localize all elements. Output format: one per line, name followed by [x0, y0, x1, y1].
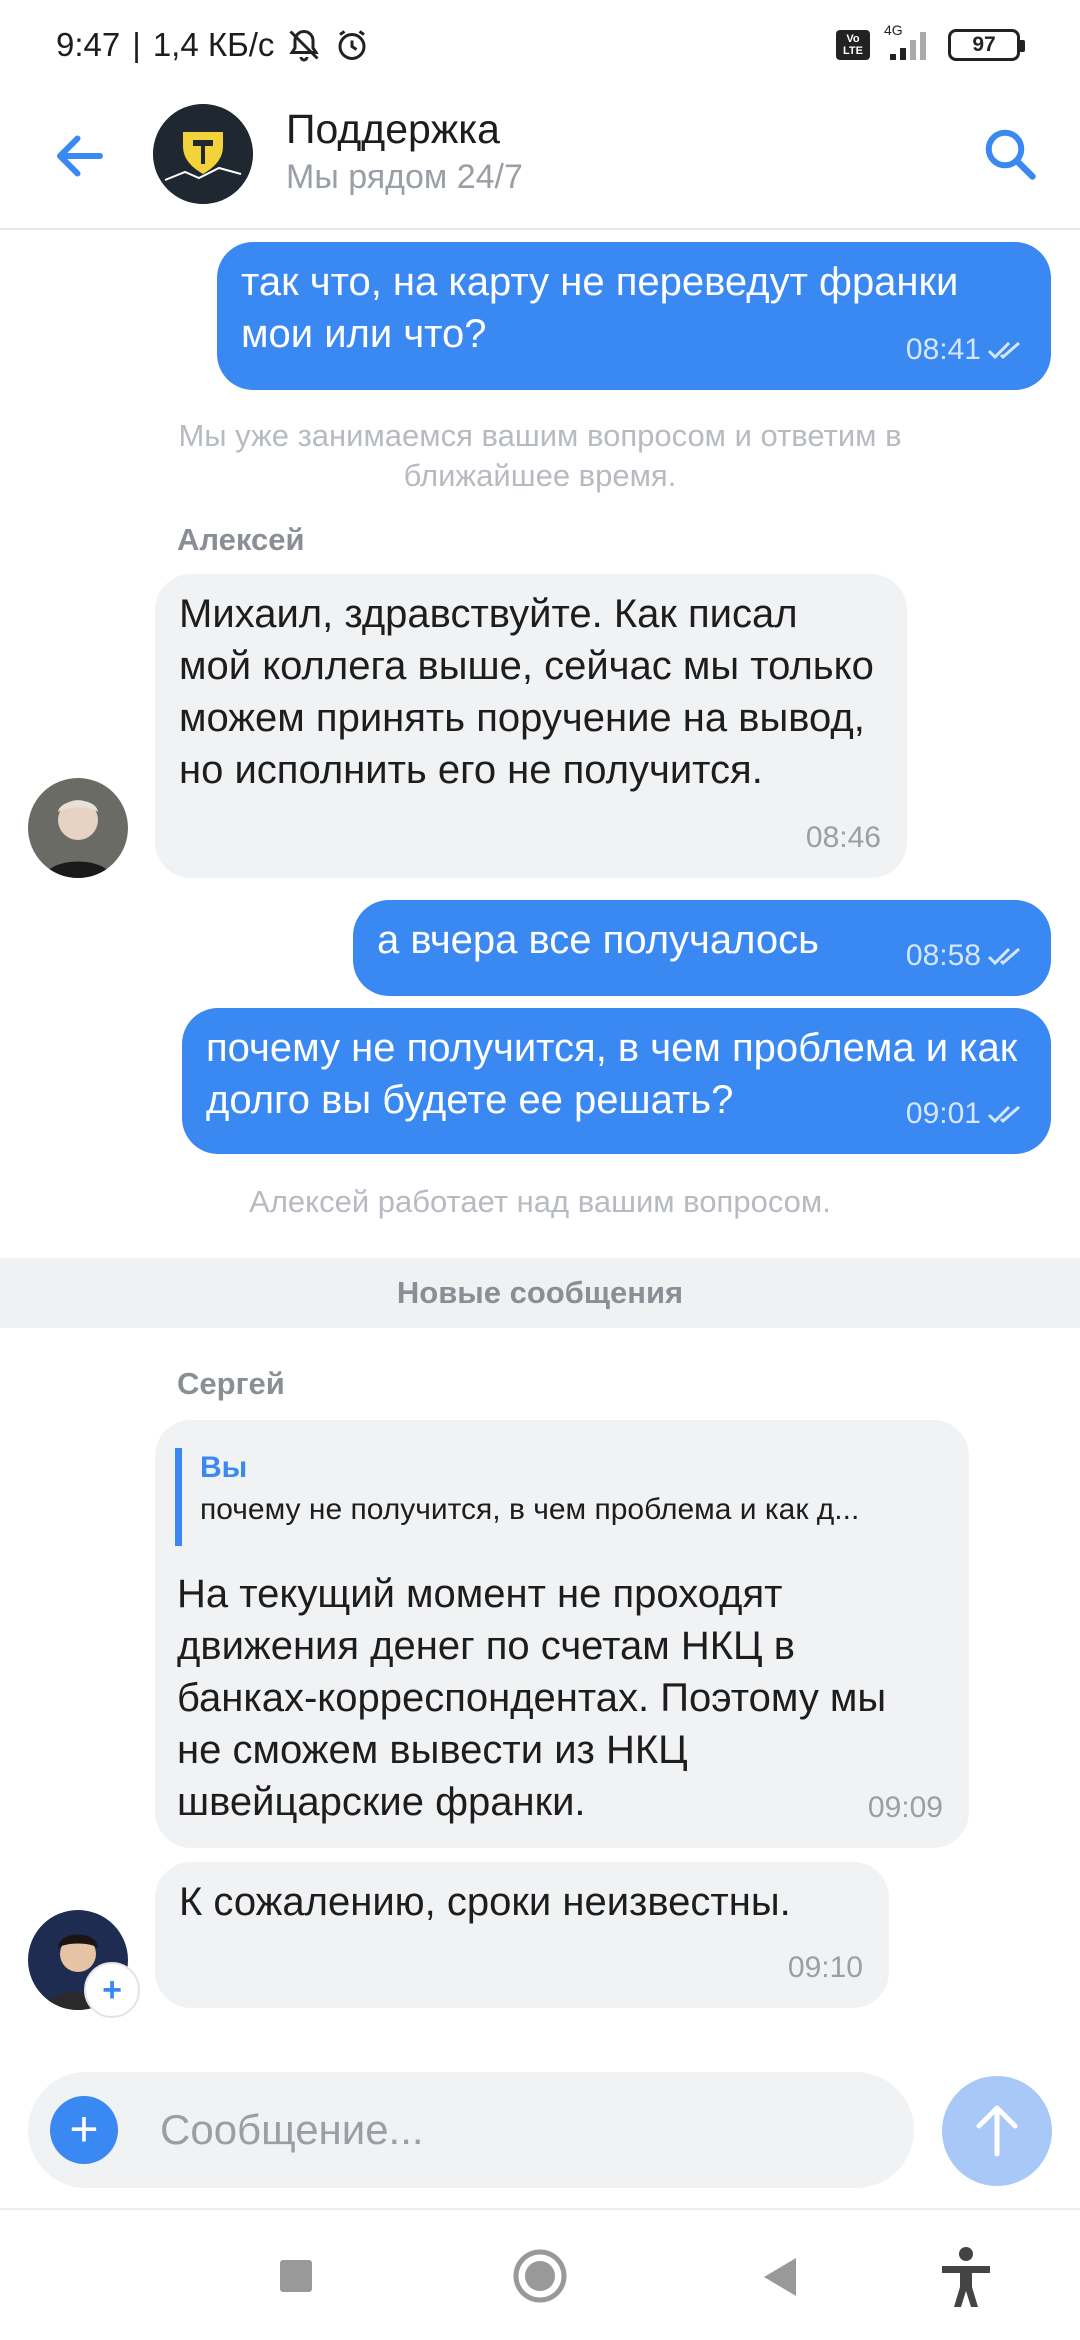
recents-square-icon[interactable] — [278, 2258, 314, 2294]
home-circle-icon[interactable] — [512, 2248, 568, 2304]
outgoing-message[interactable]: так что, на карту не переведут франки мо… — [217, 242, 1051, 390]
system-notice: Мы уже занимаемся вашим вопросом и ответ… — [178, 418, 902, 493]
reply-quote[interactable]: Вы почему не получится, в чем проблема и… — [175, 1448, 935, 1546]
incoming-message[interactable]: Михаил, здравствуйте. Как писал мой колл… — [155, 574, 907, 878]
sender-name: Сергей — [177, 1366, 285, 1401]
arrow-up-icon — [976, 2105, 1018, 2157]
sender-name: Алексей — [177, 522, 305, 557]
chat-header: Поддержка Мы рядом 24/7 — [0, 96, 1080, 230]
double-check-icon — [987, 947, 1020, 966]
message-time: 09:10 — [787, 1951, 863, 1984]
outgoing-message[interactable]: почему не получится, в чем проблема и ка… — [182, 1008, 1051, 1154]
incoming-message[interactable]: К сожалению, сроки неизвестны. 09:10 — [155, 1862, 889, 2008]
outgoing-message[interactable]: а вчера все получалось 08:58 — [353, 900, 1051, 996]
message-time: 08:41 — [905, 333, 981, 366]
status-bar: 9:47 | 1,4 КБ/с Vo LTE 4G 97 — [0, 0, 1080, 96]
reply-author: Вы — [200, 1451, 248, 1484]
back-triangle-icon[interactable] — [760, 2256, 800, 2298]
double-check-icon — [987, 341, 1020, 360]
double-check-icon — [987, 1105, 1020, 1124]
back-arrow-icon[interactable] — [50, 126, 110, 186]
chat-screen: 9:47 | 1,4 КБ/с Vo LTE 4G 97 Поддержка Мы… — [0, 0, 1080, 2340]
add-contact-badge[interactable]: + — [84, 1962, 140, 2018]
volte-icon: Vo LTE — [836, 30, 870, 60]
agent-avatar[interactable] — [28, 778, 128, 878]
message-text: так что, на карту не переведут франки мо… — [241, 260, 959, 356]
message-time: 08:58 — [905, 939, 981, 972]
status-time: 9:47 — [56, 26, 121, 63]
attach-button[interactable]: + — [50, 2096, 118, 2164]
message-input[interactable]: Сообщение... — [160, 2106, 424, 2154]
new-messages-divider: Новые сообщения — [0, 1258, 1080, 1328]
message-text: К сожалению, сроки неизвестны. — [179, 1880, 791, 1924]
message-time: 09:09 — [867, 1791, 943, 1824]
incoming-message[interactable]: Вы почему не получится, в чем проблема и… — [155, 1420, 969, 1848]
system-nav-bar — [0, 2208, 1080, 2340]
message-time: 08:46 — [805, 821, 881, 854]
chat-title: Поддержка — [286, 106, 500, 152]
send-button[interactable] — [942, 2076, 1052, 2186]
system-notice: Алексей работает над вашим вопросом. — [249, 1184, 831, 1219]
muted-bell-icon — [289, 29, 320, 62]
reply-text: почему не получится, в чем проблема и ка… — [200, 1493, 860, 1526]
bank-avatar[interactable] — [153, 104, 253, 204]
status-speed: 1,4 КБ/с — [152, 26, 275, 63]
message-time: 09:01 — [905, 1097, 981, 1130]
accessibility-icon[interactable] — [938, 2246, 994, 2310]
message-text: Михаил, здравствуйте. Как писал мой колл… — [179, 592, 874, 792]
chat-subtitle: Мы рядом 24/7 — [286, 158, 523, 196]
signal-icon: 4G — [884, 22, 934, 62]
message-text: На текущий момент не проходят движения д… — [177, 1572, 887, 1824]
search-icon[interactable] — [980, 124, 1040, 184]
alarm-icon — [338, 30, 366, 60]
message-composer: + Сообщение... — [28, 2072, 914, 2188]
battery-icon: 97 — [948, 29, 1025, 61]
